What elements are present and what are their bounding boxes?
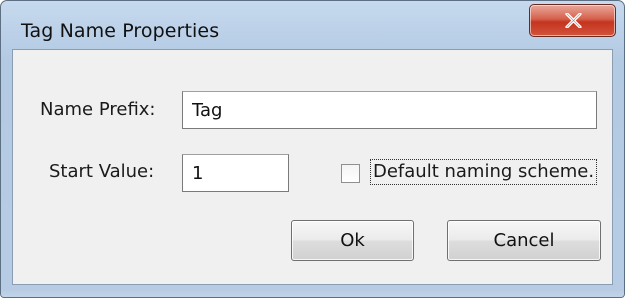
dialog-body: Name Prefix: Start Value: Default naming… (12, 49, 613, 285)
start-value-input[interactable] (182, 154, 289, 192)
title-bar[interactable]: Tag Name Properties (1, 1, 624, 49)
default-naming-checkbox[interactable] (341, 164, 360, 183)
dialog-title: Tag Name Properties (21, 20, 220, 42)
ok-button[interactable]: Ok (291, 220, 414, 261)
cancel-button[interactable]: Cancel (447, 220, 601, 261)
close-button[interactable] (529, 4, 616, 37)
dialog-window: Tag Name Properties Name Prefix: Start V… (0, 0, 625, 298)
default-naming-label[interactable]: Default naming scheme. (370, 159, 598, 185)
name-prefix-input[interactable] (182, 91, 597, 129)
start-value-label: Start Value: (49, 161, 155, 182)
close-icon (565, 13, 582, 28)
name-prefix-label: Name Prefix: (40, 99, 156, 120)
